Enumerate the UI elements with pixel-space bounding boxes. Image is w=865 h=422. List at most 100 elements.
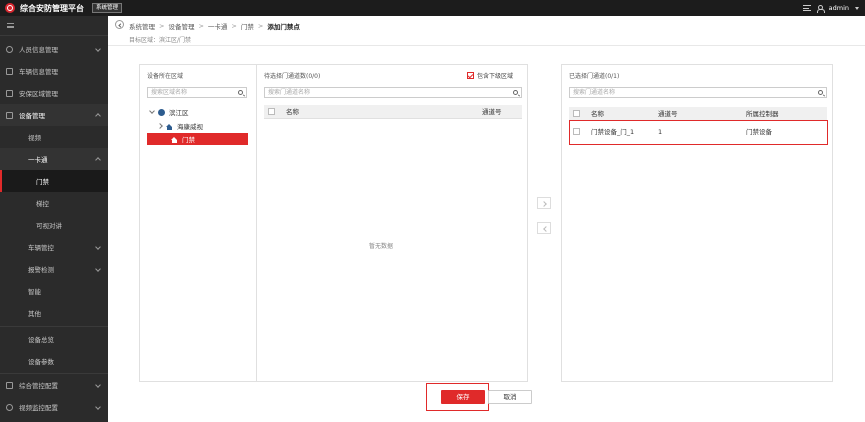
sidebar-item-label: 车辆管控 bbox=[28, 244, 54, 252]
sidebar-item-label: 设备管理 bbox=[19, 112, 45, 120]
breadcrumb: 系统管理 > 设备管理 > 一卡通 > 门禁 > 添加门禁点 bbox=[129, 21, 300, 31]
app-title: 综合安防管理平台 bbox=[20, 3, 84, 13]
sidebar-item-person-info[interactable]: 人员信息管理 bbox=[0, 38, 108, 60]
sidebar-item-vehicle-info[interactable]: 车辆信息管理 bbox=[0, 60, 108, 82]
chevron-down-icon bbox=[95, 266, 101, 272]
chevron-down-icon bbox=[95, 382, 101, 388]
select-all-checkbox[interactable] bbox=[268, 108, 275, 115]
include-sub-label: 包含下级区域 bbox=[476, 73, 513, 80]
search-icon[interactable] bbox=[238, 89, 243, 95]
column-header-name: 名称 bbox=[286, 108, 299, 116]
tree-node-label: 门禁 bbox=[182, 136, 195, 144]
system-management-button[interactable]: 系统管理 bbox=[92, 3, 123, 13]
globe-icon bbox=[158, 108, 165, 116]
sidebar-item-integrated-config[interactable]: 综合管控配置 bbox=[0, 374, 108, 396]
sidebar-item-label: 视频 bbox=[28, 134, 41, 142]
region-search-input[interactable]: 搜索区域名称 bbox=[147, 87, 247, 98]
expand-chevron-icon[interactable] bbox=[149, 108, 155, 114]
car-icon bbox=[6, 67, 13, 75]
source-panel: 设备所在区域 搜索区域名称 滨江区 海康威视 门禁 待选择门通道数(0/0) 包… bbox=[139, 64, 528, 382]
pending-search-input[interactable]: 搜索门通道名称 bbox=[264, 87, 522, 98]
monitor-icon bbox=[6, 111, 13, 119]
selected-search-input[interactable]: 搜索门通道名称 bbox=[569, 87, 827, 98]
sidebar-item-label: 视频监控配置 bbox=[19, 404, 58, 412]
sidebar-item-vehicle-control[interactable]: 车辆管控 bbox=[0, 236, 108, 258]
search-icon[interactable] bbox=[513, 89, 518, 95]
sidebar-item-device-overview[interactable]: 设备总览 bbox=[0, 328, 108, 350]
sidebar-item-label: 梯控 bbox=[36, 200, 49, 208]
sidebar-item-video-intercom[interactable]: 可视对讲 bbox=[0, 214, 108, 236]
pending-table-header: 名称 通道号 bbox=[264, 105, 522, 119]
tree-node-hikvision[interactable]: 海康威视 bbox=[157, 120, 248, 132]
hamburger-icon bbox=[7, 23, 14, 28]
selected-panel: 已选择门通道(0/1) 搜索门通道名称 名称 通道号 所属控制器 门禁设备_门_… bbox=[561, 64, 833, 382]
tree-node-binjiang[interactable]: 滨江区 bbox=[149, 106, 250, 118]
sidebar-item-alarm-detection[interactable]: 报警检测 bbox=[0, 258, 108, 280]
user-icon[interactable] bbox=[816, 4, 825, 13]
grid-icon bbox=[6, 381, 13, 389]
breadcrumb-item[interactable]: 设备管理 bbox=[168, 21, 194, 31]
sidebar-item-one-card[interactable]: 一卡通 bbox=[0, 148, 108, 170]
region-panel-title: 设备所在区域 bbox=[147, 73, 184, 80]
sidebar-divider bbox=[0, 326, 108, 327]
sidebar-item-elevator-control[interactable]: 梯控 bbox=[0, 192, 108, 214]
tree-node-label: 滨江区 bbox=[169, 109, 189, 117]
top-right-tools: admin bbox=[802, 0, 859, 16]
pending-panel-title: 待选择门通道数(0/0) bbox=[264, 73, 321, 80]
move-left-button[interactable] bbox=[537, 222, 551, 234]
sidebar-item-security-area[interactable]: 安保区域管理 bbox=[0, 82, 108, 104]
breadcrumb-item[interactable]: 系统管理 bbox=[129, 21, 155, 31]
expand-chevron-icon[interactable] bbox=[157, 123, 163, 129]
save-button[interactable]: 保存 bbox=[441, 390, 485, 404]
person-icon bbox=[6, 45, 13, 53]
sidebar-item-access-control[interactable]: 门禁 bbox=[0, 170, 108, 192]
breadcrumb-current: 添加门禁点 bbox=[267, 23, 300, 31]
breadcrumb-separator: > bbox=[231, 22, 237, 30]
sidebar-item-label: 综合管控配置 bbox=[19, 382, 58, 390]
sidebar-item-label: 安保区域管理 bbox=[19, 90, 58, 98]
sidebar-item-intelligent[interactable]: 智能 bbox=[0, 280, 108, 302]
sidebar-item-label: 设备参数 bbox=[28, 358, 54, 366]
collapse-menu-button[interactable] bbox=[0, 16, 108, 36]
house-icon bbox=[166, 123, 172, 130]
pending-column: 待选择门通道数(0/0) 包含下级区域 搜索门通道名称 名称 通道号 暂无数据 bbox=[257, 65, 527, 381]
sidebar-item-video[interactable]: 视频 bbox=[0, 126, 108, 148]
sidebar-item-label: 人员信息管理 bbox=[19, 46, 58, 54]
sidebar-item-other[interactable]: 其他 bbox=[0, 302, 108, 324]
column-header-controller: 所属控制器 bbox=[746, 110, 779, 118]
notification-list-icon[interactable] bbox=[802, 5, 811, 11]
username[interactable]: admin bbox=[829, 4, 849, 12]
breadcrumb-separator: > bbox=[159, 22, 165, 30]
column-header-channel: 通道号 bbox=[482, 108, 502, 116]
back-arrow-icon[interactable] bbox=[115, 20, 124, 29]
row-highlight-box bbox=[569, 120, 828, 145]
chevron-up-icon bbox=[95, 113, 101, 119]
region-column: 设备所在区域 搜索区域名称 滨江区 海康威视 门禁 bbox=[140, 65, 257, 381]
empty-state-text: 暂无数据 bbox=[369, 243, 394, 250]
column-header-name: 名称 bbox=[591, 110, 604, 118]
top-bar: 综合安防管理平台 系统管理 admin bbox=[0, 0, 865, 16]
sidebar-item-device-params[interactable]: 设备参数 bbox=[0, 350, 108, 372]
sidebar-item-label: 智能 bbox=[28, 288, 41, 296]
move-right-button[interactable] bbox=[537, 197, 551, 209]
target-area-label: 目标区域：滨江区/门禁 bbox=[129, 37, 192, 44]
search-placeholder: 搜索门通道名称 bbox=[268, 89, 311, 96]
breadcrumb-item[interactable]: 门禁 bbox=[241, 21, 254, 31]
app-logo-icon bbox=[5, 3, 15, 13]
sidebar-item-label: 其他 bbox=[28, 310, 41, 318]
select-all-checkbox[interactable] bbox=[573, 110, 580, 117]
search-icon[interactable] bbox=[818, 89, 823, 95]
chevron-up-icon bbox=[95, 157, 101, 163]
tree-node-access-control[interactable]: 门禁 bbox=[147, 133, 248, 145]
chevron-down-icon bbox=[95, 244, 101, 250]
sidebar-item-video-monitor-config[interactable]: 视频监控配置 bbox=[0, 396, 108, 418]
include-sub-checkbox[interactable] bbox=[466, 72, 474, 79]
chevron-down-icon bbox=[95, 46, 101, 52]
include-sub-region[interactable]: 包含下级区域 bbox=[466, 71, 513, 80]
cancel-button[interactable]: 取消 bbox=[488, 390, 532, 404]
sidebar-item-device-management[interactable]: 设备管理 bbox=[0, 104, 108, 126]
breadcrumb-separator: > bbox=[257, 22, 264, 30]
breadcrumb-item[interactable]: 一卡通 bbox=[208, 21, 228, 31]
camera-icon bbox=[6, 403, 13, 411]
user-menu-chevron-icon[interactable] bbox=[855, 6, 859, 10]
